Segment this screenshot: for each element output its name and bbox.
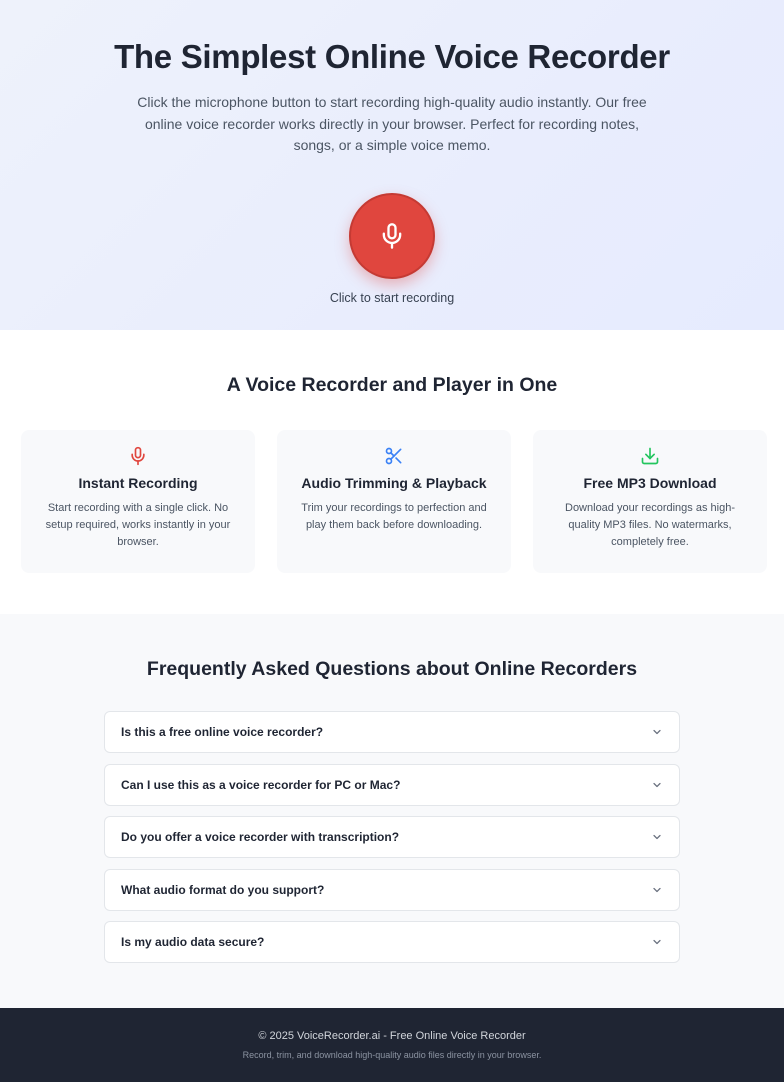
features-heading: A Voice Recorder and Player in One bbox=[226, 374, 558, 396]
footer-copyright: © 2025 VoiceRecorder.ai - Free Online Vo… bbox=[258, 1030, 526, 1042]
faq-question: Do you offer a voice recorder with trans… bbox=[121, 830, 400, 844]
faq-item[interactable]: What audio format do you support? bbox=[104, 868, 680, 911]
hero-section: The Simplest Online Voice Recorder Click… bbox=[0, 0, 784, 330]
features-section: A Voice Recorder and Player in One Insta… bbox=[0, 330, 784, 614]
download-icon bbox=[641, 447, 659, 465]
faq-list: Is this a free online voice recorder? Ca… bbox=[104, 711, 680, 963]
faq-item[interactable]: Is this a free online voice recorder? bbox=[104, 711, 680, 753]
feature-title: Free MP3 Download bbox=[583, 475, 717, 491]
footer-tagline: Record, trim, and download high-quality … bbox=[242, 1050, 542, 1060]
faq-question: Is my audio data secure? bbox=[121, 935, 265, 949]
feature-card-audio-trimming: Audio Trimming & Playback Trim your reco… bbox=[277, 430, 511, 573]
record-hint: Click to start recording bbox=[329, 290, 455, 305]
hero-description: Click the microphone button to start rec… bbox=[137, 94, 647, 153]
chevron-down-icon bbox=[653, 887, 661, 892]
microphone-icon bbox=[382, 222, 402, 249]
feature-text: Download your recordings as high-quality… bbox=[565, 502, 735, 548]
faq-question: Can I use this as a voice recorder for P… bbox=[121, 777, 401, 792]
chevron-down-icon bbox=[653, 939, 661, 945]
feature-card-instant-recording: Instant Recording Start recording with a… bbox=[21, 430, 255, 573]
faq-item[interactable]: Can I use this as a voice recorder for P… bbox=[104, 763, 680, 806]
feature-title: Audio Trimming & Playback bbox=[301, 475, 487, 491]
feature-card-mp3-download: Free MP3 Download Download your recordin… bbox=[533, 430, 767, 573]
chevron-down-icon bbox=[653, 782, 661, 787]
faq-item[interactable]: Is my audio data secure? bbox=[104, 921, 680, 963]
feature-title: Instant Recording bbox=[78, 475, 198, 491]
record-button[interactable] bbox=[349, 192, 435, 279]
faq-section: Frequently Asked Questions about Online … bbox=[0, 614, 784, 1008]
microphone-icon bbox=[131, 446, 145, 466]
chevron-down-icon bbox=[653, 729, 661, 735]
footer: © 2025 VoiceRecorder.ai - Free Online Vo… bbox=[0, 1008, 784, 1082]
feature-text: Trim your recordings to perfection and p… bbox=[301, 502, 487, 531]
feature-text: Start recording with a single click. No … bbox=[45, 502, 231, 548]
faq-question: Is this a free online voice recorder? bbox=[121, 725, 324, 739]
faq-question: What audio format do you support? bbox=[121, 882, 325, 897]
faq-heading: Frequently Asked Questions about Online … bbox=[146, 658, 638, 680]
chevron-down-icon bbox=[653, 834, 661, 840]
faq-item[interactable]: Do you offer a voice recorder with trans… bbox=[104, 816, 680, 858]
page-title: The Simplest Online Voice Recorder bbox=[114, 38, 670, 75]
scissors-icon bbox=[385, 447, 402, 465]
